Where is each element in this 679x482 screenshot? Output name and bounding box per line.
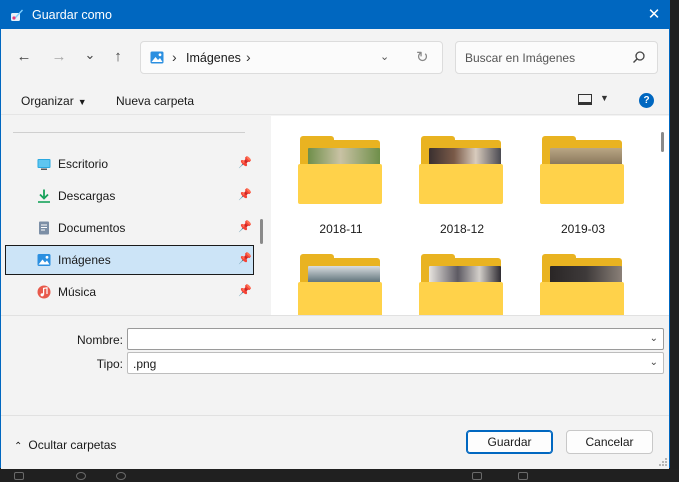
command-bar: Organizar ▼ Nueva carpeta ▼ ?	[1, 85, 669, 115]
navigation-bar: ← → ⌄ ↑ › Imágenes › ⌄ ↻ Buscar en Imáge…	[1, 29, 669, 85]
folder-item[interactable]	[298, 254, 384, 315]
pane-divider	[13, 132, 245, 133]
address-bar[interactable]: › Imágenes › ⌄ ↻	[140, 41, 443, 74]
save-as-dialog: Guardar como ✕ ← → ⌄ ↑ › Imágenes › ⌄ ↻ …	[0, 0, 670, 469]
pin-icon[interactable]: 📌	[238, 284, 252, 297]
sidebar-item-escritorio[interactable]: Escritorio 📌	[5, 149, 254, 179]
filetype-dropdown-button[interactable]: ⌄	[650, 357, 658, 368]
background-toolbar-icon	[14, 472, 24, 480]
folder-name: 2018-11	[319, 222, 363, 236]
search-icon[interactable]	[632, 50, 646, 64]
chevron-down-icon: ▼	[77, 97, 87, 107]
music-icon	[37, 285, 51, 299]
cancel-button[interactable]: Cancelar	[566, 430, 653, 454]
refresh-button[interactable]: ↻	[416, 48, 429, 66]
save-button[interactable]: Guardar	[466, 430, 553, 454]
background-toolbar-icon	[116, 472, 126, 480]
file-list: 2018-11 2018-12 2019-03	[271, 116, 669, 315]
sidebar-item-label: Documentos	[58, 221, 126, 235]
background-app-toolbar	[0, 469, 679, 482]
view-options-button[interactable]: ▼	[600, 93, 609, 103]
filetype-select[interactable]: .png ⌄	[127, 352, 664, 374]
window-title: Guardar como	[32, 8, 112, 22]
breadcrumb-item-imagenes[interactable]: Imágenes	[186, 51, 241, 65]
breadcrumb-separator: ›	[172, 49, 177, 65]
folder-item[interactable]	[419, 254, 505, 315]
forward-button[interactable]: →	[48, 46, 70, 68]
save-form: Nombre: ⌄ Tipo: .png ⌄	[1, 315, 669, 415]
pictures-icon	[150, 51, 164, 64]
resize-grip-icon[interactable]	[658, 457, 668, 467]
sidebar-item-musica[interactable]: Música 📌	[5, 277, 254, 307]
folder-item[interactable]: 2018-11	[298, 136, 384, 236]
app-paint-icon	[11, 9, 23, 21]
filetype-value: .png	[133, 357, 157, 371]
folder-name: 2018-12	[439, 222, 485, 236]
sidebar-item-documentos[interactable]: Documentos 📌	[5, 213, 254, 243]
background-toolbar-icon	[518, 472, 528, 480]
folder-icon	[540, 254, 626, 315]
sidebar-item-imagenes[interactable]: Imágenes 📌	[5, 245, 254, 275]
sidebar-item-label: Música	[58, 285, 97, 299]
folder-item[interactable]	[540, 254, 626, 315]
filename-field[interactable]: ⌄	[127, 328, 664, 350]
chevron-up-icon: ⌃	[14, 441, 23, 452]
address-dropdown-button[interactable]: ⌄	[380, 50, 389, 63]
up-button[interactable]: ↑	[107, 46, 129, 68]
folder-item[interactable]: 2018-12	[419, 136, 505, 236]
help-button[interactable]: ?	[639, 93, 654, 108]
file-list-scrollbar[interactable]	[661, 132, 664, 152]
filename-dropdown-button[interactable]: ⌄	[650, 333, 658, 344]
folder-icon	[540, 136, 626, 206]
breadcrumb-separator[interactable]: ›	[246, 49, 251, 65]
folder-icon	[298, 254, 384, 315]
sidebar-item-label: Descargas	[58, 189, 116, 203]
sidebar-item-label: Escritorio	[58, 157, 109, 171]
folder-icon	[419, 254, 505, 315]
filetype-label: Tipo:	[96, 357, 123, 371]
folder-item[interactable]: 2019-03	[540, 136, 626, 236]
pictures-icon	[37, 254, 51, 266]
pin-icon[interactable]: 📌	[238, 252, 252, 265]
filename-label: Nombre:	[76, 333, 123, 347]
pin-icon[interactable]: 📌	[238, 188, 252, 201]
background-toolbar-icon	[472, 472, 482, 480]
pin-icon[interactable]: 📌	[238, 156, 252, 169]
back-button[interactable]: ←	[13, 46, 35, 68]
navigation-pane: Escritorio 📌 Descargas 📌 Documentos 📌 Im…	[1, 116, 259, 315]
hide-folders-label: Ocultar carpetas	[28, 438, 117, 452]
folder-icon	[419, 136, 505, 206]
search-box[interactable]: Buscar en Imágenes	[455, 41, 658, 74]
download-icon	[38, 189, 50, 203]
title-bar: Guardar como ✕	[1, 1, 669, 29]
new-folder-button[interactable]: Nueva carpeta	[116, 94, 194, 108]
folder-icon	[298, 136, 384, 206]
background-window-edge	[670, 0, 679, 482]
close-button[interactable]: ✕	[639, 1, 669, 29]
view-layout-icon[interactable]	[578, 94, 592, 105]
sidebar-item-label: Imágenes	[58, 253, 111, 267]
navigation-pane-scrollbar[interactable]	[260, 219, 263, 244]
hide-folders-button[interactable]: ⌃ Ocultar carpetas	[14, 438, 116, 452]
document-icon	[39, 221, 49, 235]
organize-label: Organizar	[21, 94, 74, 108]
folder-name: 2019-03	[560, 222, 606, 236]
pin-icon[interactable]: 📌	[238, 220, 252, 233]
sidebar-item-descargas[interactable]: Descargas 📌	[5, 181, 254, 211]
dialog-footer: ⌃ Ocultar carpetas Guardar Cancelar	[1, 415, 669, 469]
background-toolbar-icon	[76, 472, 86, 480]
recent-locations-button[interactable]: ⌄	[79, 44, 101, 66]
organize-button[interactable]: Organizar ▼	[21, 94, 87, 108]
search-input[interactable]: Buscar en Imágenes	[465, 51, 575, 65]
desktop-icon	[37, 159, 51, 170]
